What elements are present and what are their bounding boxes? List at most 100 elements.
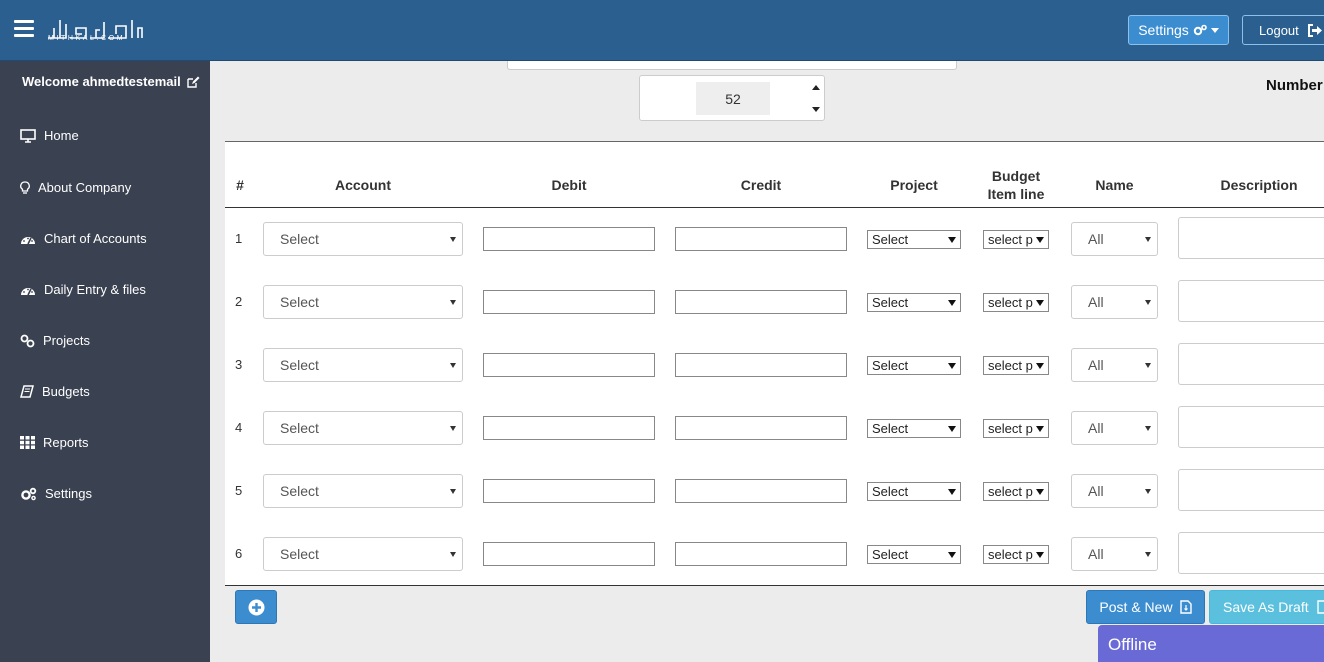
- name-select[interactable]: All: [1071, 348, 1158, 382]
- add-row-button[interactable]: [235, 590, 277, 624]
- logout-button[interactable]: Logout: [1242, 15, 1324, 45]
- column-header-number: #: [236, 177, 244, 193]
- sidebar-item-home[interactable]: Home: [20, 128, 79, 143]
- column-header-description: Description: [1220, 177, 1298, 193]
- sidebar-item-label: Reports: [43, 435, 89, 450]
- budget-item-select[interactable]: select p: [983, 293, 1049, 312]
- account-select[interactable]: Select: [263, 285, 463, 319]
- row-number: 1: [235, 231, 243, 246]
- sidebar-item-daily-entry[interactable]: Daily Entry & files: [20, 282, 146, 297]
- description-input[interactable]: [1178, 532, 1324, 574]
- account-select[interactable]: Select: [263, 537, 463, 571]
- description-input[interactable]: [1178, 406, 1324, 448]
- column-header-budget-item-line: Budget Item line: [976, 167, 1056, 203]
- top-navbar: MITHKAL.COM Settings Logout: [0, 0, 1324, 61]
- logo-caption: MITHKAL.COM: [48, 35, 126, 42]
- description-input[interactable]: [1178, 343, 1324, 385]
- caret-down-icon: [1210, 27, 1219, 33]
- header-field[interactable]: [507, 61, 957, 70]
- account-select[interactable]: Select: [263, 474, 463, 508]
- post-and-new-label: Post & New: [1099, 599, 1173, 615]
- name-select[interactable]: All: [1071, 222, 1158, 256]
- hamburger-menu-icon[interactable]: [14, 20, 34, 38]
- debit-input[interactable]: [483, 479, 655, 503]
- lightbulb-icon: [20, 180, 30, 194]
- debit-input[interactable]: [483, 290, 655, 314]
- project-select[interactable]: Select: [867, 230, 961, 249]
- column-header-debit: Debit: [551, 177, 587, 193]
- gears-icon: [1193, 24, 1207, 36]
- debit-input[interactable]: [483, 416, 655, 440]
- row-number: 6: [235, 546, 243, 561]
- journal-entry-table: # Account Debit Credit Project Budget It…: [225, 141, 1324, 586]
- credit-input[interactable]: [675, 416, 847, 440]
- name-select[interactable]: All: [1071, 285, 1158, 319]
- dashboard-icon: [21, 236, 35, 244]
- dashboard-icon: [21, 287, 35, 295]
- budget-item-select[interactable]: select p: [983, 230, 1049, 249]
- entry-number-value[interactable]: 52: [696, 82, 770, 115]
- entry-number-spinner[interactable]: 52: [639, 75, 825, 121]
- sidebar-item-label: Daily Entry & files: [44, 282, 146, 297]
- column-header-budget-line1: Budget: [991, 168, 1041, 184]
- spin-down-icon[interactable]: [812, 107, 820, 112]
- budget-item-select[interactable]: select p: [983, 545, 1049, 564]
- offline-status-bar[interactable]: Offline: [1098, 625, 1324, 662]
- budget-item-select[interactable]: select p: [983, 482, 1049, 501]
- number-label: Number: [1266, 77, 1323, 94]
- debit-input[interactable]: [483, 227, 655, 251]
- logout-button-label: Logout: [1259, 22, 1299, 38]
- post-and-new-button[interactable]: Post & New: [1086, 590, 1205, 624]
- table-footer-divider: [225, 585, 1324, 586]
- sidebar-item-chart-of-accounts[interactable]: Chart of Accounts: [20, 231, 147, 246]
- column-header-name: Name: [1095, 177, 1134, 193]
- credit-input[interactable]: [675, 227, 847, 251]
- row-number: 3: [235, 357, 243, 372]
- sidebar-item-about-company[interactable]: About Company: [20, 180, 131, 195]
- sidebar-item-label: Home: [44, 128, 79, 143]
- account-select[interactable]: Select: [263, 222, 463, 256]
- name-select[interactable]: All: [1071, 411, 1158, 445]
- settings-dropdown-button[interactable]: Settings: [1128, 15, 1229, 45]
- row-number: 2: [235, 294, 243, 309]
- sidebar-item-budgets[interactable]: Budgets: [20, 384, 90, 399]
- sidebar-item-reports[interactable]: Reports: [20, 435, 89, 450]
- table-header-divider: [225, 207, 1324, 208]
- account-select[interactable]: Select: [263, 411, 463, 445]
- sidebar-item-label: About Company: [38, 180, 132, 195]
- sidebar-item-label: Projects: [43, 333, 90, 348]
- project-select[interactable]: Select: [867, 482, 961, 501]
- welcome-text: Welcome ahmedtestemail: [22, 74, 181, 89]
- budget-item-select[interactable]: select p: [983, 356, 1049, 375]
- budget-item-select[interactable]: select p: [983, 419, 1049, 438]
- link-icon: [20, 334, 35, 347]
- name-select[interactable]: All: [1071, 474, 1158, 508]
- edit-profile-icon[interactable]: [187, 76, 200, 88]
- monitor-icon: [20, 128, 36, 143]
- sign-out-icon: [1307, 23, 1322, 37]
- sidebar-item-projects[interactable]: Projects: [20, 333, 90, 348]
- credit-input[interactable]: [675, 542, 847, 566]
- spin-up-icon[interactable]: [812, 85, 820, 90]
- credit-input[interactable]: [675, 479, 847, 503]
- save-as-draft-button[interactable]: Save As Draft: [1209, 590, 1324, 624]
- credit-input[interactable]: [675, 290, 847, 314]
- name-select[interactable]: All: [1071, 537, 1158, 571]
- project-select[interactable]: Select: [867, 419, 961, 438]
- sidebar-item-label: Settings: [45, 486, 92, 501]
- project-select[interactable]: Select: [867, 293, 961, 312]
- book-icon: [20, 385, 34, 398]
- gears-icon: [21, 487, 37, 500]
- description-input[interactable]: [1178, 280, 1324, 322]
- description-input[interactable]: [1178, 217, 1324, 259]
- project-select[interactable]: Select: [867, 545, 961, 564]
- debit-input[interactable]: [483, 353, 655, 377]
- account-select[interactable]: Select: [263, 348, 463, 382]
- credit-input[interactable]: [675, 353, 847, 377]
- column-header-budget-line2: Item line: [987, 186, 1045, 202]
- project-select[interactable]: Select: [867, 356, 961, 375]
- column-header-credit: Credit: [740, 177, 782, 193]
- description-input[interactable]: [1178, 469, 1324, 511]
- debit-input[interactable]: [483, 542, 655, 566]
- sidebar-item-settings[interactable]: Settings: [20, 486, 92, 501]
